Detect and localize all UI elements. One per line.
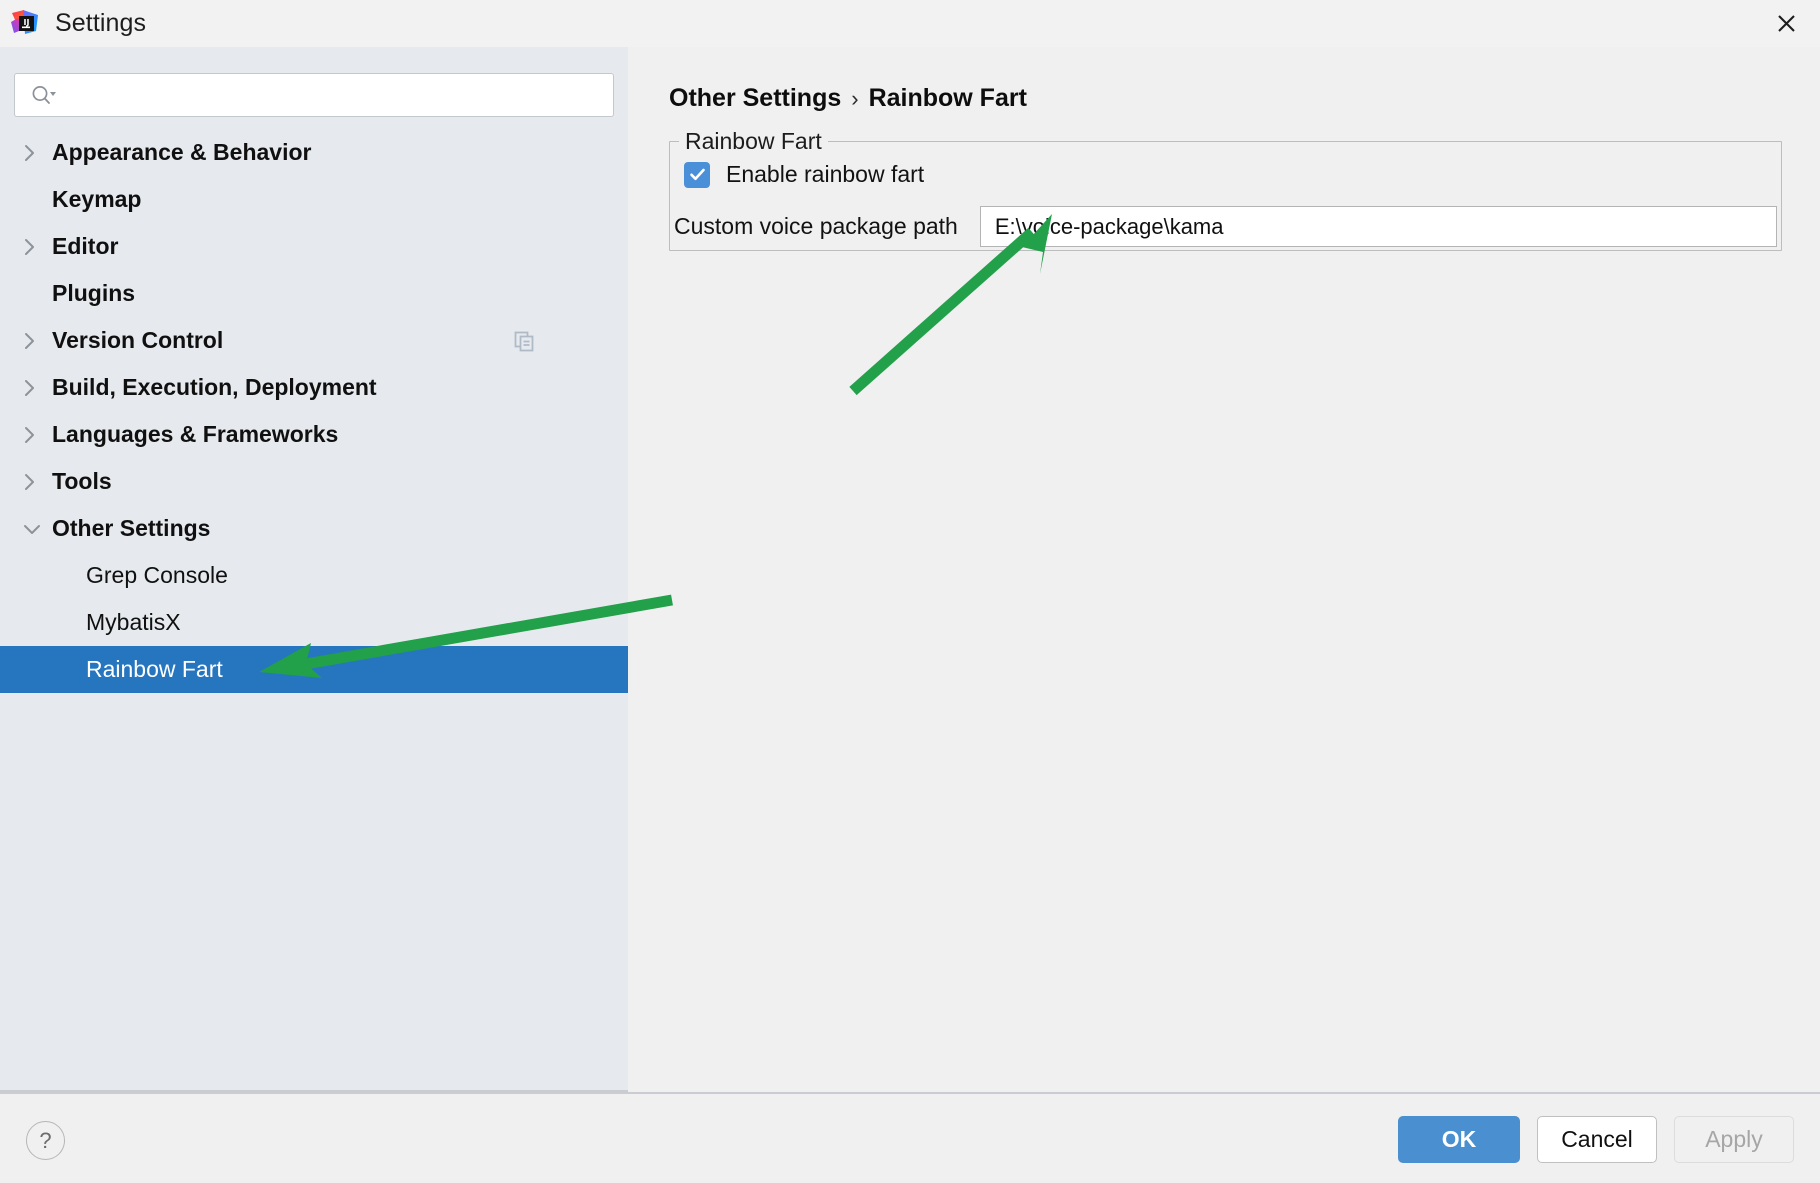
window-title: Settings xyxy=(55,9,147,37)
dialog-buttons: OK Cancel Apply xyxy=(1398,1116,1794,1163)
search-box[interactable] xyxy=(14,73,614,117)
chevron-right-icon[interactable] xyxy=(22,472,52,492)
chevron-down-icon[interactable] xyxy=(22,521,52,537)
path-input[interactable] xyxy=(992,207,1764,246)
enable-rainbow-fart-checkbox[interactable] xyxy=(684,161,710,188)
sidebar-item-label: Version Control xyxy=(52,327,224,353)
rainbow-fart-group: Rainbow Fart Enable rainbow fart Custom … xyxy=(669,128,1782,251)
sidebar-item-grep-console[interactable]: Grep Console xyxy=(0,552,628,599)
search-icon xyxy=(31,84,58,106)
sidebar-item-label: Keymap xyxy=(52,186,142,212)
chevron-right-icon[interactable] xyxy=(22,237,52,257)
settings-content-panel: Other Settings › Rainbow Fart Rainbow Fa… xyxy=(628,47,1820,1092)
title-bar: IJ Settings xyxy=(0,0,1820,47)
help-button[interactable]: ? xyxy=(26,1121,65,1160)
breadcrumb: Other Settings › Rainbow Fart xyxy=(669,84,1027,113)
sidebar-item-label: Other Settings xyxy=(52,515,211,541)
settings-sidebar: Appearance & Behavior Keymap Editor Plugins… xyxy=(0,47,628,1092)
voice-package-path-label: Custom voice package path xyxy=(674,213,958,239)
sidebar-item-mybatisx[interactable]: MybatisX xyxy=(0,599,628,646)
sidebar-item-label: Editor xyxy=(52,233,119,259)
ok-button[interactable]: OK xyxy=(1398,1116,1520,1163)
dialog-footer: ? OK Cancel Apply xyxy=(0,1092,1820,1183)
sidebar-item-label: Appearance & Behavior xyxy=(52,139,312,165)
sidebar-item-version-control[interactable]: Version Control xyxy=(0,317,628,364)
settings-tree: Appearance & Behavior Keymap Editor Plugins… xyxy=(0,129,628,693)
settings-dialog: IJ Settings Appearance & Behavior Keymap… xyxy=(0,0,1820,1183)
search-field-wrapper xyxy=(14,73,614,117)
svg-text:IJ: IJ xyxy=(24,18,30,27)
apply-button: Apply xyxy=(1674,1116,1794,1163)
breadcrumb-separator-icon: › xyxy=(851,85,859,111)
cancel-button[interactable]: Cancel xyxy=(1537,1116,1657,1163)
close-button[interactable] xyxy=(1752,0,1820,47)
sidebar-item-other-settings[interactable]: Other Settings xyxy=(0,505,628,552)
sidebar-item-label: Rainbow Fart xyxy=(86,656,223,682)
sidebar-item-tools[interactable]: Tools xyxy=(0,458,628,505)
sidebar-item-editor[interactable]: Editor xyxy=(0,223,628,270)
chevron-right-icon[interactable] xyxy=(22,143,52,163)
chevron-right-icon[interactable] xyxy=(22,425,52,445)
sidebar-item-rainbow-fart[interactable]: Rainbow Fart xyxy=(0,646,628,693)
voice-package-path-input-wrapper[interactable] xyxy=(979,206,1777,247)
voice-package-path-row: Custom voice package path xyxy=(674,206,1777,247)
enable-rainbow-fart-row[interactable]: Enable rainbow fart xyxy=(684,161,924,188)
breadcrumb-current: Rainbow Fart xyxy=(868,84,1027,112)
sidebar-item-label: Plugins xyxy=(52,280,136,306)
sidebar-item-plugins[interactable]: Plugins xyxy=(0,270,628,317)
sidebar-item-label: Build, Execution, Deployment xyxy=(52,374,377,400)
enable-rainbow-fart-label: Enable rainbow fart xyxy=(726,161,925,187)
chevron-right-icon[interactable] xyxy=(22,331,52,351)
chevron-right-icon[interactable] xyxy=(22,378,52,398)
sidebar-item-keymap[interactable]: Keymap xyxy=(0,176,628,223)
sidebar-item-label: MybatisX xyxy=(86,609,181,635)
sidebar-item-label: Grep Console xyxy=(86,562,228,588)
sidebar-item-build-execution-deployment[interactable]: Build, Execution, Deployment xyxy=(0,364,628,411)
sidebar-item-languages-frameworks[interactable]: Languages & Frameworks xyxy=(0,411,628,458)
sidebar-item-label: Languages & Frameworks xyxy=(52,421,339,447)
intellij-idea-icon: IJ xyxy=(10,9,39,38)
search-input[interactable] xyxy=(66,74,613,116)
breadcrumb-parent[interactable]: Other Settings xyxy=(669,84,841,113)
sidebar-item-label: Tools xyxy=(52,468,112,494)
copy-icon[interactable] xyxy=(512,329,536,353)
check-icon xyxy=(689,168,705,181)
sidebar-item-appearance-behavior[interactable]: Appearance & Behavior xyxy=(0,129,628,176)
